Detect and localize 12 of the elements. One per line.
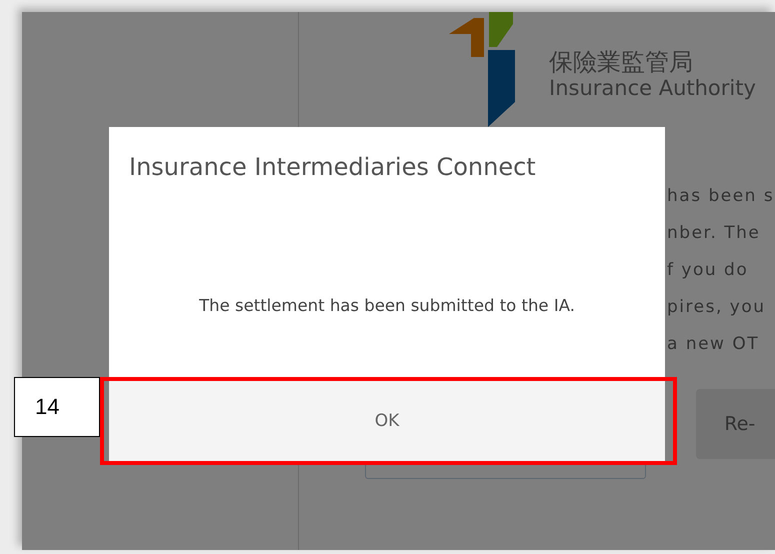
callout-label: 14 [14,377,100,437]
resend-button[interactable]: Re- [696,389,775,459]
dialog-message: The settlement has been submitted to the IA. [199,296,575,315]
body-text-line: has been s [667,185,775,208]
dialog-title: Insurance Intermediaries Connect [128,152,537,181]
body-text-line: a new OT [667,333,760,356]
body-text-line: f you do [667,259,750,282]
ok-button[interactable]: OK [109,380,665,462]
body-text-line: nber. The [667,222,762,245]
logo-chinese-name: 保險業監管局 [549,48,694,76]
body-text-line: pires, you [667,296,766,319]
logo-english-name: Insurance Authority [549,76,756,100]
